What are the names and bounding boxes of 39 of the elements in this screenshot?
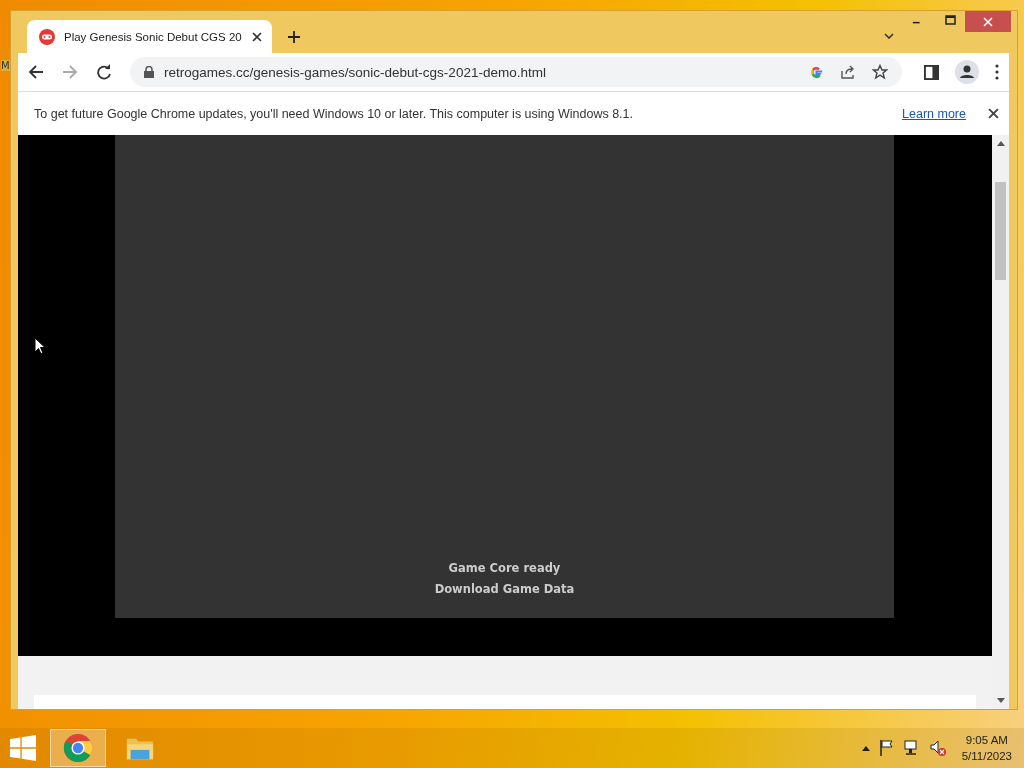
share-icon[interactable]	[840, 64, 856, 80]
google-icon[interactable]	[809, 64, 824, 80]
side-panel-icon[interactable]	[924, 64, 939, 80]
address-bar[interactable]: retrogames.cc/genesis-games/sonic-debut-cgs-2021-demo.html	[130, 57, 902, 87]
close-icon[interactable]	[988, 108, 999, 119]
scroll-down-icon[interactable]	[996, 698, 1005, 703]
url-text: retrogames.cc/genesis-games/sonic-debut-cgs-2021-demo.html	[164, 64, 547, 80]
learn-more-link[interactable]: Learn more	[902, 106, 966, 121]
close-icon[interactable]	[252, 31, 262, 42]
game-status: Game Core ready	[448, 561, 561, 575]
scrollbar[interactable]	[992, 135, 1009, 709]
clock-time: 9:05 AM	[965, 733, 1008, 748]
back-icon[interactable]	[28, 64, 44, 80]
chrome-icon	[63, 733, 93, 763]
scroll-up-icon[interactable]	[996, 141, 1005, 146]
lock-icon	[144, 66, 154, 78]
clock-date: 5/11/2023	[961, 749, 1012, 764]
reload-icon[interactable]	[96, 64, 112, 80]
close-icon	[983, 16, 993, 27]
pointer-icon	[34, 337, 46, 355]
flag-icon[interactable]	[879, 740, 894, 756]
browser-tab[interactable]: Play Genesis Sonic Debut CGS 20	[27, 20, 272, 53]
tab-title: Play Genesis Sonic Debut CGS 20	[64, 30, 243, 43]
windows-logo-icon[interactable]	[10, 735, 36, 761]
scrollbar-thumb[interactable]	[995, 182, 1006, 280]
clock[interactable]: 9:05 AM 5/11/2023	[961, 732, 1012, 764]
new-tab-icon[interactable]	[288, 30, 300, 43]
muted-speaker-icon[interactable]	[929, 740, 946, 756]
desktop-icon-label: M	[1, 60, 10, 71]
chrome-taskbar-button[interactable]	[50, 729, 106, 767]
menu-icon[interactable]	[995, 64, 999, 80]
gamepad-icon	[39, 28, 55, 45]
network-icon[interactable]	[903, 740, 920, 756]
download-game-data-link[interactable]: Download Game Data	[434, 582, 575, 596]
tab-search-icon[interactable]	[884, 33, 894, 39]
star-icon[interactable]	[872, 64, 888, 80]
profile-icon[interactable]	[955, 60, 979, 84]
infobar-message: To get future Google Chrome updates, you'll need Windows 10 or later. This computer is using Windows 8.1.	[34, 106, 634, 121]
show-hidden-icons-icon[interactable]	[861, 745, 870, 751]
